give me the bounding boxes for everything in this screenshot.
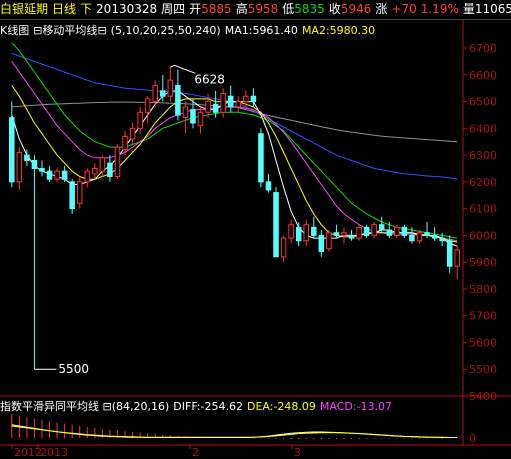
candle-up xyxy=(182,106,189,119)
ma25-line xyxy=(11,42,458,239)
candle-up xyxy=(243,95,249,103)
dea-line xyxy=(11,425,458,439)
candle-down xyxy=(39,167,45,172)
candle-up xyxy=(326,232,332,250)
candle-up xyxy=(152,85,158,103)
candle-down xyxy=(69,181,75,210)
candle-down xyxy=(311,226,317,236)
date-axis: 20122013 2 3 xyxy=(11,445,301,459)
candle-down xyxy=(431,234,438,239)
candle-up xyxy=(416,232,423,242)
price-tick-label: 6600 xyxy=(469,69,497,82)
date-tick-label: 2013 xyxy=(40,446,68,459)
candle-down xyxy=(386,229,393,236)
candle-up xyxy=(205,101,211,113)
price-tick-label: 6100 xyxy=(469,203,497,216)
candle-down xyxy=(46,170,53,180)
candle-up xyxy=(16,151,23,183)
high-annotation: 6628 xyxy=(194,72,225,86)
candle-down xyxy=(61,170,68,180)
candle-down xyxy=(295,226,302,242)
candle-up xyxy=(99,157,106,172)
candle-up xyxy=(235,101,242,108)
candle-down xyxy=(107,162,113,178)
ma240-line xyxy=(11,101,458,143)
candle-down xyxy=(9,117,15,183)
candle-down xyxy=(258,133,264,183)
macd-zero-label: 0 xyxy=(469,432,476,445)
price-tick-label: 6500 xyxy=(469,96,497,109)
candle-down xyxy=(363,226,370,236)
candle-up xyxy=(137,111,143,129)
low-annotation: 5500 xyxy=(58,362,89,376)
candle-up xyxy=(84,170,91,183)
candle-down xyxy=(378,224,385,231)
candle-up xyxy=(92,167,98,175)
price-tick-label: 6400 xyxy=(469,122,497,135)
candle-down xyxy=(24,154,30,161)
price-axis: 6700 6600 6500 6400 6300 6200 6100 6000 5900 5800… xyxy=(463,42,497,403)
candle-up xyxy=(167,79,174,97)
candle-up xyxy=(371,224,377,236)
candle-up xyxy=(114,146,121,178)
ma10-line xyxy=(11,85,458,243)
candle-down xyxy=(409,234,415,242)
ma50-line xyxy=(11,52,458,180)
price-tick-label: 5900 xyxy=(469,256,497,269)
moving-average-lines xyxy=(11,42,458,247)
candle-up xyxy=(356,226,362,239)
price-tick-label: 6200 xyxy=(469,176,497,189)
candle-up xyxy=(129,127,136,140)
price-tick-label: 5500 xyxy=(469,363,497,376)
candle-up xyxy=(197,111,204,127)
candle-up xyxy=(54,170,60,180)
candle-down xyxy=(401,226,408,236)
candle-up xyxy=(220,93,226,113)
candle-up xyxy=(341,232,347,236)
price-tick-label: 6700 xyxy=(469,42,497,55)
candle-up xyxy=(280,237,287,258)
candle-down xyxy=(190,109,196,124)
candle-down xyxy=(333,232,340,236)
price-tick-label: 5800 xyxy=(469,283,497,296)
candle-down xyxy=(348,234,355,239)
candle-up xyxy=(122,135,128,151)
candle-up xyxy=(454,249,460,267)
date-tick-label: 3 xyxy=(294,446,301,459)
candle-down xyxy=(250,95,257,103)
candle-down xyxy=(318,234,325,252)
candle-down xyxy=(424,232,430,236)
candle-down xyxy=(175,85,181,116)
price-tick-label: 5600 xyxy=(469,336,497,349)
candle-down xyxy=(273,192,279,258)
candle-down xyxy=(160,90,166,97)
candle-up xyxy=(303,224,309,242)
ma5-line xyxy=(11,90,458,247)
candle-down xyxy=(227,95,234,108)
macd-panel: 0 xyxy=(11,414,476,445)
candle-down xyxy=(31,159,38,169)
price-tick-label: 6000 xyxy=(469,229,497,242)
ma20-line xyxy=(11,61,458,242)
price-tick-label: 6300 xyxy=(469,149,497,162)
high-leader xyxy=(170,64,196,74)
price-tick-label: 5400 xyxy=(469,390,497,403)
candle-up xyxy=(394,226,400,236)
candle-up xyxy=(144,98,151,113)
candle-down xyxy=(439,237,445,242)
candle-up xyxy=(76,181,83,204)
candlestick-chart[interactable]: 6628 5500 6700 6600 6500 6400 6300 6200 6100 60… xyxy=(0,0,511,459)
candle-up xyxy=(288,224,294,239)
candle-down xyxy=(212,103,219,113)
price-tick-label: 5700 xyxy=(469,310,497,323)
candle-down xyxy=(446,240,453,267)
candle-down xyxy=(265,181,272,191)
date-tick-label: 2 xyxy=(192,446,199,459)
